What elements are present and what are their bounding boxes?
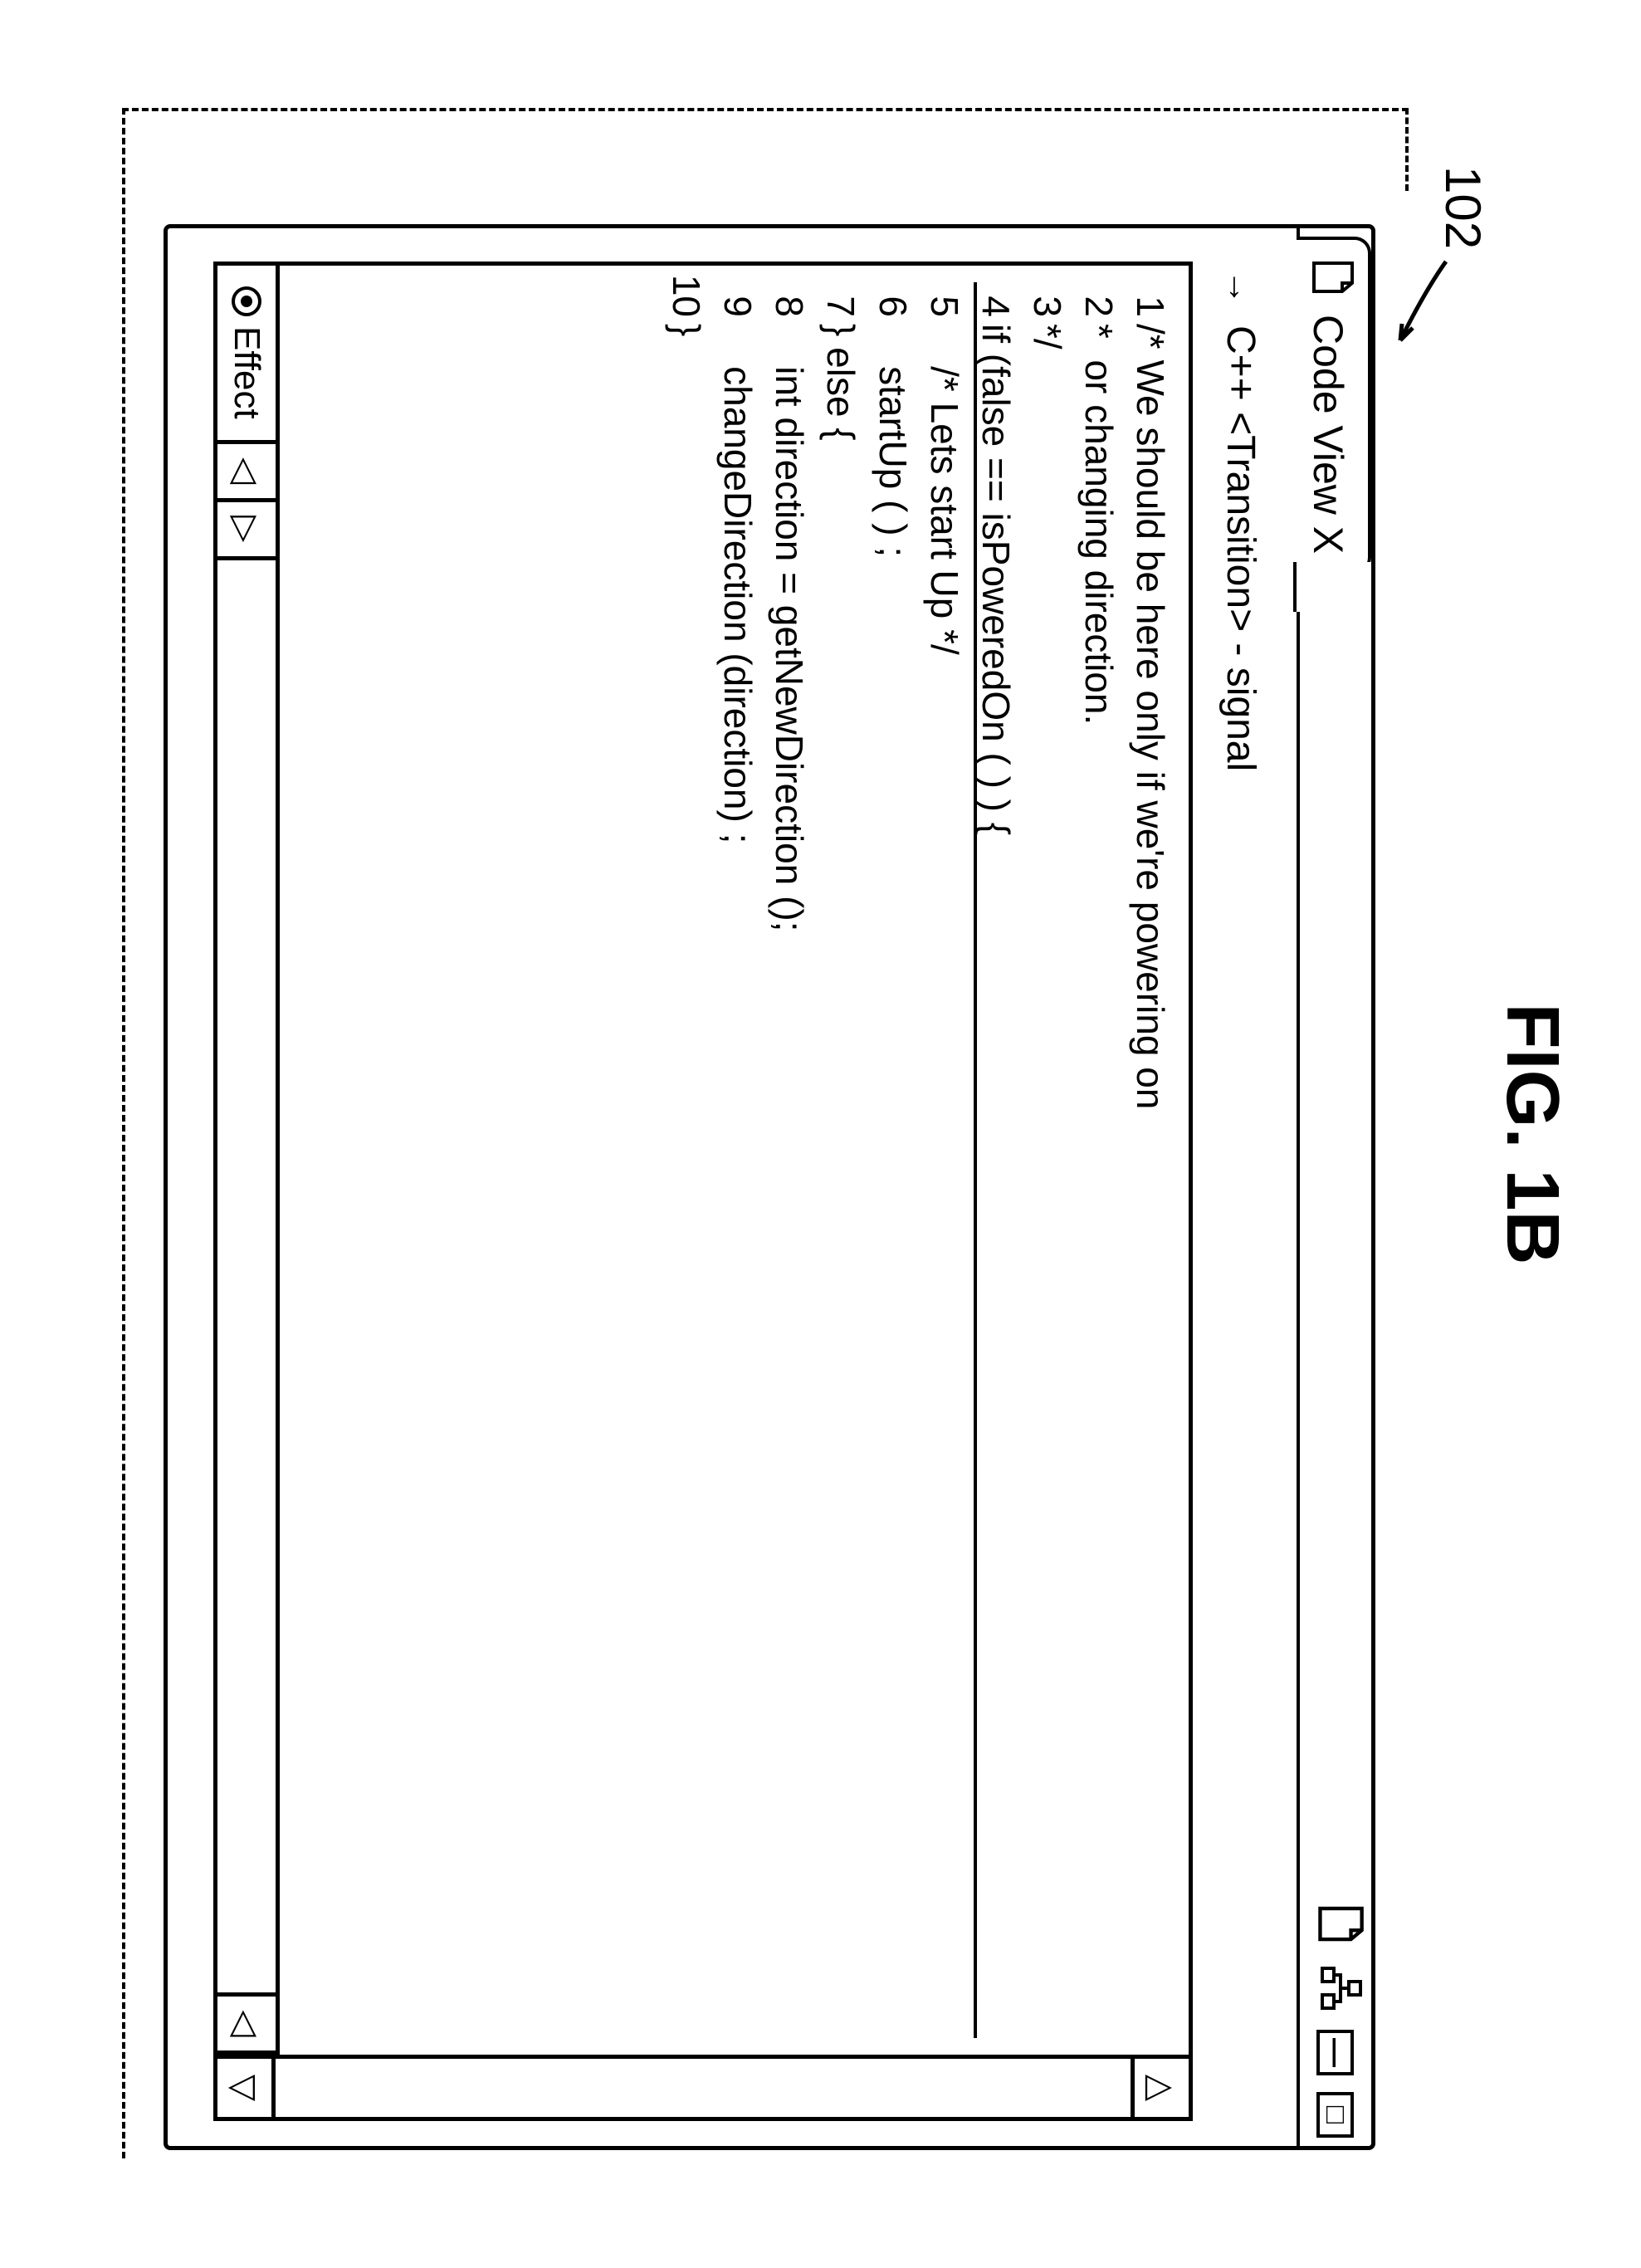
line-number: 4 (970, 274, 1022, 324)
effect-tab[interactable]: Effect (217, 266, 276, 444)
code-line: 6 startUp ( ) ; (867, 274, 918, 2046)
code-line: 9 changeDirection (direction) ; (712, 274, 764, 2046)
effect-label: Effect (226, 326, 267, 419)
line-number: 3 (1022, 274, 1073, 324)
code-view-window: Code View X — □ → C++ <Transition> - sig… (164, 224, 1375, 2150)
code-line: 8 int direction = getNewDirection (); (764, 274, 815, 2046)
hscroll-track[interactable] (217, 560, 276, 1997)
scroll-up-button[interactable]: △ (1131, 2059, 1189, 2117)
line-text: } else { (815, 324, 867, 441)
line-number: 7 (815, 274, 867, 324)
arrow-right-icon: → (1221, 270, 1261, 305)
radio-icon (232, 286, 261, 316)
line-number: 10 (661, 274, 712, 324)
code-area[interactable]: 1/* We should be here only if we're powe… (280, 266, 1189, 2055)
line-text: } (661, 324, 712, 336)
code-line: 10} (661, 274, 712, 2046)
line-text: startUp ( ) ; (867, 324, 918, 557)
scroll-down-button[interactable]: ▽ (217, 2059, 276, 2117)
line-number: 2 (1073, 274, 1125, 324)
canvas-area: → C++ <Transition> - signal 1/* We shoul… (197, 228, 1297, 2146)
line-text: * or changing direction. (1073, 324, 1125, 725)
window-title: Code View X (1304, 315, 1352, 554)
code-line: 5 /* Lets start Up */ (919, 274, 970, 2046)
scroll-left-button[interactable]: ◁ (217, 444, 276, 502)
figure-label: FIG. 1B (1489, 0, 1575, 2268)
network-icon[interactable] (1307, 1963, 1364, 2013)
line-text: changeDirection (direction) ; (712, 324, 764, 843)
scroll-left-end-button[interactable]: ◁ (217, 1997, 276, 2055)
titlebar-controls: — □ (1306, 1901, 1366, 2138)
line-text: int direction = getNewDirection (); (764, 324, 815, 931)
line-text: */ (1022, 324, 1073, 349)
vscroll-track[interactable] (276, 2059, 1131, 2117)
code-line: 1/* We should be here only if we're powe… (1125, 274, 1176, 2046)
breadcrumb-text: C++ <Transition> - signal (1218, 325, 1263, 771)
bottom-bar: Effect ◁ ▷ ◁ (217, 266, 280, 2055)
reference-number: 102 (1434, 166, 1492, 249)
line-text: /* We should be here only if we're power… (1125, 324, 1176, 1109)
minimize-button[interactable]: — (1317, 2030, 1355, 2075)
code-line: 3*/ (1022, 274, 1073, 2046)
code-line: 7} else { (815, 274, 867, 2046)
titlebar: Code View X — □ (1297, 228, 1371, 2146)
window-tab[interactable]: Code View X (1297, 237, 1371, 590)
line-number: 8 (764, 274, 815, 324)
breadcrumb[interactable]: → C++ <Transition> - signal (1193, 262, 1280, 2121)
line-text: if (false == isPoweredOn ( ) ) { (970, 324, 1022, 835)
line-number: 1 (1125, 274, 1176, 324)
maximize-button[interactable]: □ (1317, 2092, 1355, 2138)
file-icon-2[interactable] (1306, 1901, 1366, 1947)
editor-main: 1/* We should be here only if we're powe… (217, 266, 1189, 2055)
code-line: 2* or changing direction. (1073, 274, 1125, 2046)
line-number: 6 (867, 274, 918, 324)
scroll-right-button[interactable]: ▷ (217, 502, 276, 560)
line-text: /* Lets start Up */ (919, 324, 970, 655)
line-number: 9 (712, 274, 764, 324)
line-number: 5 (919, 274, 970, 324)
file-icon (1301, 257, 1356, 298)
vertical-scrollbar: △ ▽ (217, 2055, 1189, 2117)
code-line: 4if (false == isPoweredOn ( ) ) { (970, 274, 1022, 2046)
code-editor: 1/* We should be here only if we're powe… (213, 262, 1193, 2121)
code-divider (974, 282, 977, 2038)
